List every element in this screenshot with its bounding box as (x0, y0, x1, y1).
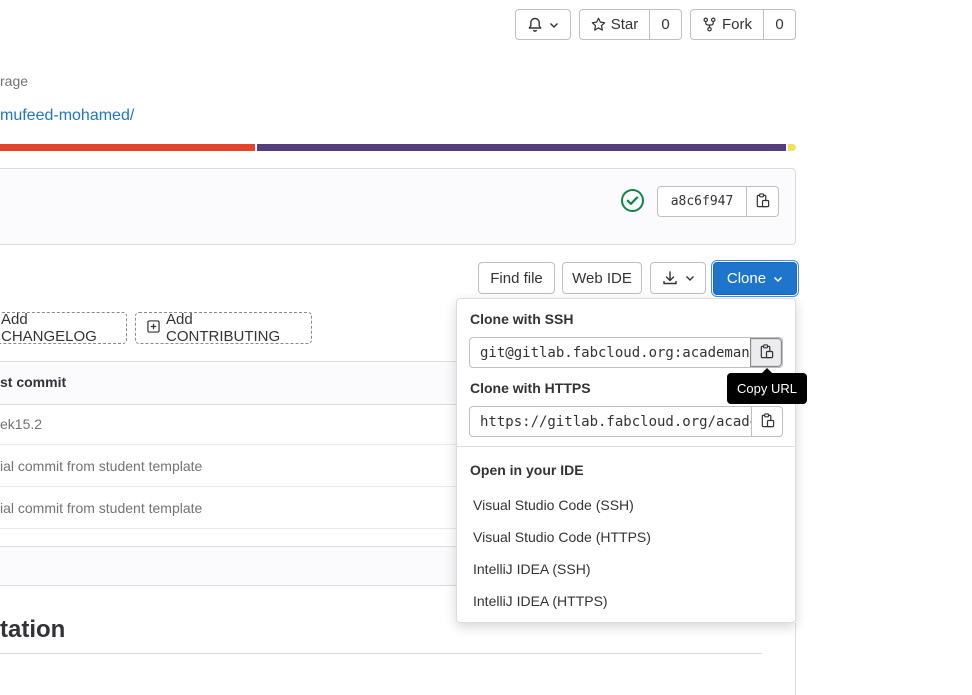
star-label: Star (610, 16, 639, 33)
star-count[interactable]: 0 (650, 10, 681, 39)
commit-sha-group: a8c6f947 (657, 186, 779, 217)
ide-item-vscode-ssh[interactable]: Visual Studio Code (SSH) (473, 497, 634, 513)
star-icon (591, 17, 606, 32)
language-bar-segment-2 (257, 144, 786, 151)
copy-ssh-url-button[interactable] (750, 338, 782, 367)
pipeline-passed-icon[interactable] (620, 188, 645, 216)
ide-item-intellij-ssh[interactable]: IntelliJ IDEA (SSH) (473, 561, 590, 577)
clone-label: Clone (726, 270, 767, 287)
copy-sha-button[interactable] (747, 187, 778, 216)
readme-heading-partial: tation (0, 616, 66, 643)
content-right-border (795, 623, 796, 695)
project-link-partial[interactable]: mufeed-mohamed/ (0, 107, 134, 125)
clone-dropdown: Clone with SSH git@gitlab.fabcloud.org:a… (456, 298, 796, 623)
plus-square-icon (147, 319, 160, 337)
table-row-divider (0, 486, 460, 487)
add-contributing-button[interactable]: Add CONTRIBUTING (135, 311, 312, 345)
clone-button[interactable]: Clone (713, 262, 797, 295)
fork-count[interactable]: 0 (764, 10, 795, 39)
clone-https-header: Clone with HTTPS (470, 380, 591, 396)
download-button[interactable] (650, 262, 706, 294)
clipboard-icon (760, 412, 775, 431)
ide-item-vscode-https[interactable]: Visual Studio Code (HTTPS) (473, 529, 651, 545)
copy-https-url-button[interactable] (751, 407, 782, 436)
add-changelog-label: Add CHANGELOG (1, 311, 97, 345)
open-in-ide-header: Open in your IDE (470, 462, 584, 478)
fork-button[interactable]: Fork (691, 10, 764, 39)
readme-file-header (0, 546, 460, 586)
ssh-url-input[interactable]: git@gitlab.fabcloud.org:academany (470, 338, 750, 367)
last-commit-column-header: st commit (0, 374, 67, 390)
bell-icon (527, 17, 543, 33)
dropdown-divider (457, 446, 795, 447)
commit-sha[interactable]: a8c6f947 (658, 187, 747, 216)
readme-heading-rule (0, 653, 762, 654)
table-row-commit-message[interactable]: ial commit from student template (0, 500, 202, 516)
add-changelog-button[interactable]: Add CHANGELOG (0, 311, 127, 345)
notifications-button[interactable] (515, 9, 571, 40)
copy-url-tooltip: Copy URL (727, 368, 807, 404)
table-row-commit-message[interactable]: ial commit from student template (0, 458, 202, 474)
star-button[interactable]: Star (580, 10, 650, 39)
https-url-input-group: https://gitlab.fabcloud.org/academany (469, 406, 783, 437)
chevron-down-icon (549, 20, 559, 30)
https-url-input[interactable]: https://gitlab.fabcloud.org/academany (470, 407, 751, 436)
ide-item-intellij-https[interactable]: IntelliJ IDEA (HTTPS) (473, 593, 608, 609)
language-bar-segment-3 (788, 144, 796, 151)
download-icon (662, 270, 678, 286)
add-contributing-label: Add CONTRIBUTING (166, 311, 281, 345)
table-row-commit-message[interactable]: ek15.2 (0, 416, 42, 432)
clipboard-icon (759, 343, 774, 362)
table-row-divider (0, 528, 460, 529)
chevron-down-icon (685, 273, 695, 283)
file-table-header (0, 361, 460, 405)
table-row-divider (0, 444, 460, 445)
project-description-partial: rage (0, 73, 29, 89)
language-bar-segment-1 (0, 144, 255, 151)
find-file-button[interactable]: Find file (478, 262, 555, 294)
fork-icon (702, 17, 717, 32)
web-ide-button[interactable]: Web IDE (562, 262, 642, 294)
ssh-url-input-group: git@gitlab.fabcloud.org:academany (469, 337, 783, 368)
chevron-down-icon (773, 274, 783, 284)
clipboard-icon (755, 192, 770, 211)
fork-label: Fork (722, 16, 752, 33)
star-button-group: Star 0 (579, 9, 682, 40)
fork-button-group: Fork 0 (690, 9, 796, 40)
clone-ssh-header: Clone with SSH (470, 311, 574, 327)
